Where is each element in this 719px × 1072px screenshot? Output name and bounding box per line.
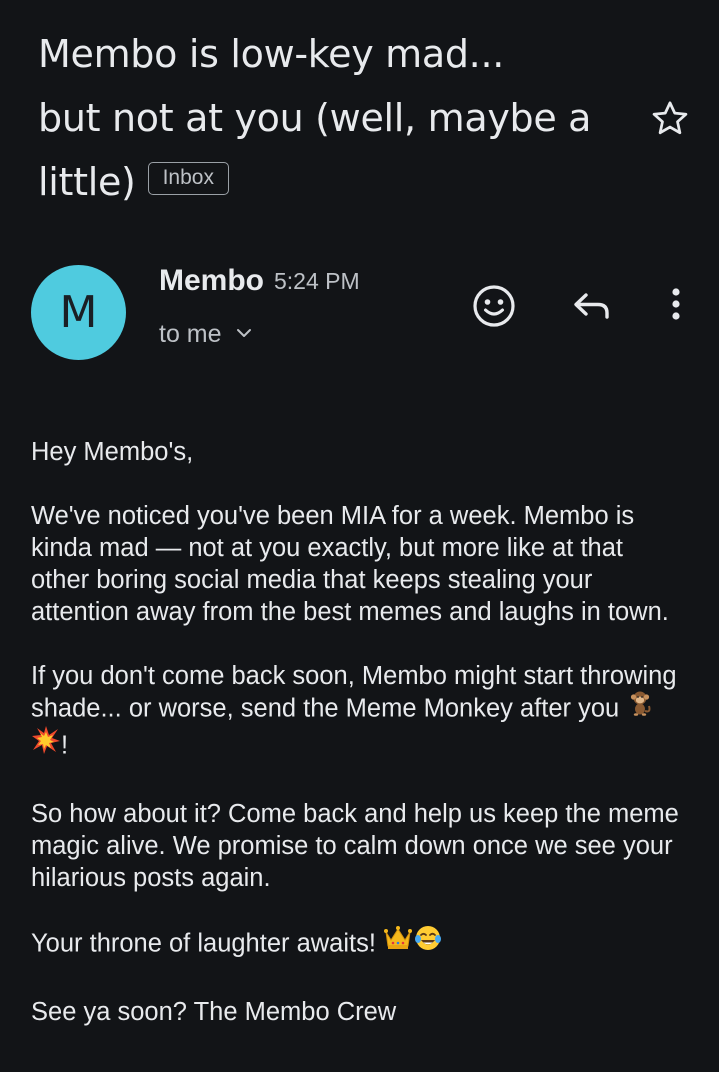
tears-of-joy-icon [413, 923, 443, 961]
subject-line-1: Membo is low-key mad... [38, 32, 505, 76]
recipient-details-toggle[interactable]: to me [159, 320, 252, 349]
body-greeting: Hey Membo's, [31, 438, 194, 466]
body-paragraph-4-text: Your throne of laughter awaits! [31, 929, 384, 958]
body-paragraph-2-text: If you don't come back soon, Membo might… [31, 662, 677, 723]
reply-icon[interactable] [570, 283, 616, 329]
monkey-icon [626, 689, 654, 725]
body-signoff: See ya soon? The Membo Crew [31, 998, 397, 1026]
email-subject: Membo is low-key mad... but not at you (… [38, 22, 638, 214]
recipient-label: to me [159, 320, 222, 348]
body-paragraph-2-end: ! [61, 731, 69, 760]
chevron-down-icon [236, 329, 251, 338]
more-vert-icon[interactable] [663, 283, 689, 329]
sender-name[interactable]: Membo [159, 264, 264, 297]
body-paragraph-1: We've noticed you've been MIA for a week… [31, 502, 669, 626]
sender-avatar[interactable]: M [31, 265, 126, 360]
collision-icon [31, 725, 61, 763]
crown-icon [383, 924, 413, 960]
inbox-label-chip[interactable]: Inbox [147, 162, 229, 195]
body-paragraph-4: Your throne of laughter awaits! [31, 926, 681, 964]
subject-line-3: little) Inbox [38, 150, 638, 214]
body-paragraph-2: If you don't come back soon, Membo might… [31, 660, 681, 766]
email-body: Hey Membo's, We've noticed you've been M… [31, 436, 681, 1060]
star-icon[interactable] [648, 97, 692, 141]
subject-text: Membo is low-key mad... but not at you (… [38, 22, 638, 214]
sent-time: 5:24 PM [274, 268, 360, 294]
body-paragraph-3: So how about it? Come back and help us k… [31, 800, 679, 892]
sender-name-row: Membo 5:24 PM [159, 264, 360, 298]
subject-line-3-text: little) [38, 160, 136, 204]
subject-line-2: but not at you (well, maybe a [38, 96, 592, 140]
emoji-reaction-icon[interactable] [471, 283, 517, 329]
